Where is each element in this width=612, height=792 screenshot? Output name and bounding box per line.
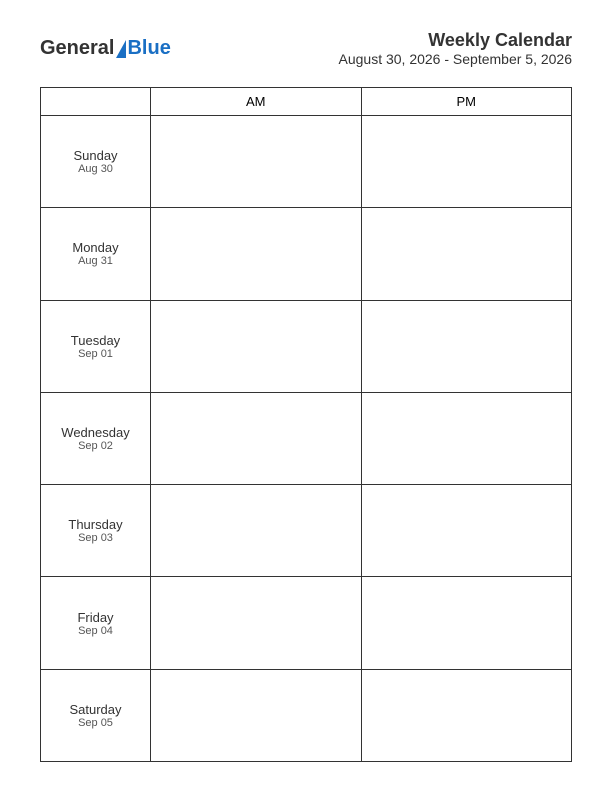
day-date: Sep 01 bbox=[45, 348, 146, 360]
day-name: Wednesday bbox=[45, 425, 146, 440]
calendar-table: AM PM SundayAug 30MondayAug 31TuesdaySep… bbox=[40, 87, 572, 762]
pm-cell bbox=[361, 392, 572, 484]
day-date: Sep 05 bbox=[45, 717, 146, 729]
am-cell bbox=[151, 116, 362, 208]
table-row: TuesdaySep 01 bbox=[41, 300, 572, 392]
am-cell bbox=[151, 208, 362, 300]
day-date: Sep 02 bbox=[45, 440, 146, 452]
table-row: SaturdaySep 05 bbox=[41, 669, 572, 761]
table-row: WednesdaySep 02 bbox=[41, 392, 572, 484]
day-label-cell: WednesdaySep 02 bbox=[41, 392, 151, 484]
logo-triangle-icon bbox=[116, 40, 126, 58]
table-row: ThursdaySep 03 bbox=[41, 485, 572, 577]
day-date: Sep 03 bbox=[45, 532, 146, 544]
am-cell bbox=[151, 577, 362, 669]
am-cell bbox=[151, 669, 362, 761]
day-name: Monday bbox=[45, 240, 146, 255]
calendar-subtitle: August 30, 2026 - September 5, 2026 bbox=[339, 51, 573, 67]
am-cell bbox=[151, 300, 362, 392]
day-name: Sunday bbox=[45, 148, 146, 163]
calendar-title: Weekly Calendar bbox=[339, 30, 573, 51]
pm-cell bbox=[361, 300, 572, 392]
logo: General Blue bbox=[40, 37, 171, 60]
pm-cell bbox=[361, 116, 572, 208]
day-label-cell: ThursdaySep 03 bbox=[41, 485, 151, 577]
pm-cell bbox=[361, 485, 572, 577]
pm-cell bbox=[361, 669, 572, 761]
day-date: Aug 31 bbox=[45, 255, 146, 267]
table-row: MondayAug 31 bbox=[41, 208, 572, 300]
logo-general-text: General bbox=[40, 37, 114, 60]
col-header-day bbox=[41, 88, 151, 116]
day-name: Tuesday bbox=[45, 333, 146, 348]
page-header: General Blue Weekly Calendar August 30, … bbox=[40, 30, 572, 67]
table-row: FridaySep 04 bbox=[41, 577, 572, 669]
day-name: Thursday bbox=[45, 517, 146, 532]
title-container: Weekly Calendar August 30, 2026 - Septem… bbox=[339, 30, 573, 67]
col-header-am: AM bbox=[151, 88, 362, 116]
day-name: Friday bbox=[45, 610, 146, 625]
day-name: Saturday bbox=[45, 702, 146, 717]
pm-cell bbox=[361, 208, 572, 300]
pm-cell bbox=[361, 577, 572, 669]
day-date: Aug 30 bbox=[45, 163, 146, 175]
col-header-pm: PM bbox=[361, 88, 572, 116]
day-label-cell: SaturdaySep 05 bbox=[41, 669, 151, 761]
am-cell bbox=[151, 392, 362, 484]
day-label-cell: FridaySep 04 bbox=[41, 577, 151, 669]
day-date: Sep 04 bbox=[45, 625, 146, 637]
logo-blue-text: Blue bbox=[127, 37, 170, 60]
am-cell bbox=[151, 485, 362, 577]
day-label-cell: SundayAug 30 bbox=[41, 116, 151, 208]
day-label-cell: TuesdaySep 01 bbox=[41, 300, 151, 392]
table-row: SundayAug 30 bbox=[41, 116, 572, 208]
day-label-cell: MondayAug 31 bbox=[41, 208, 151, 300]
